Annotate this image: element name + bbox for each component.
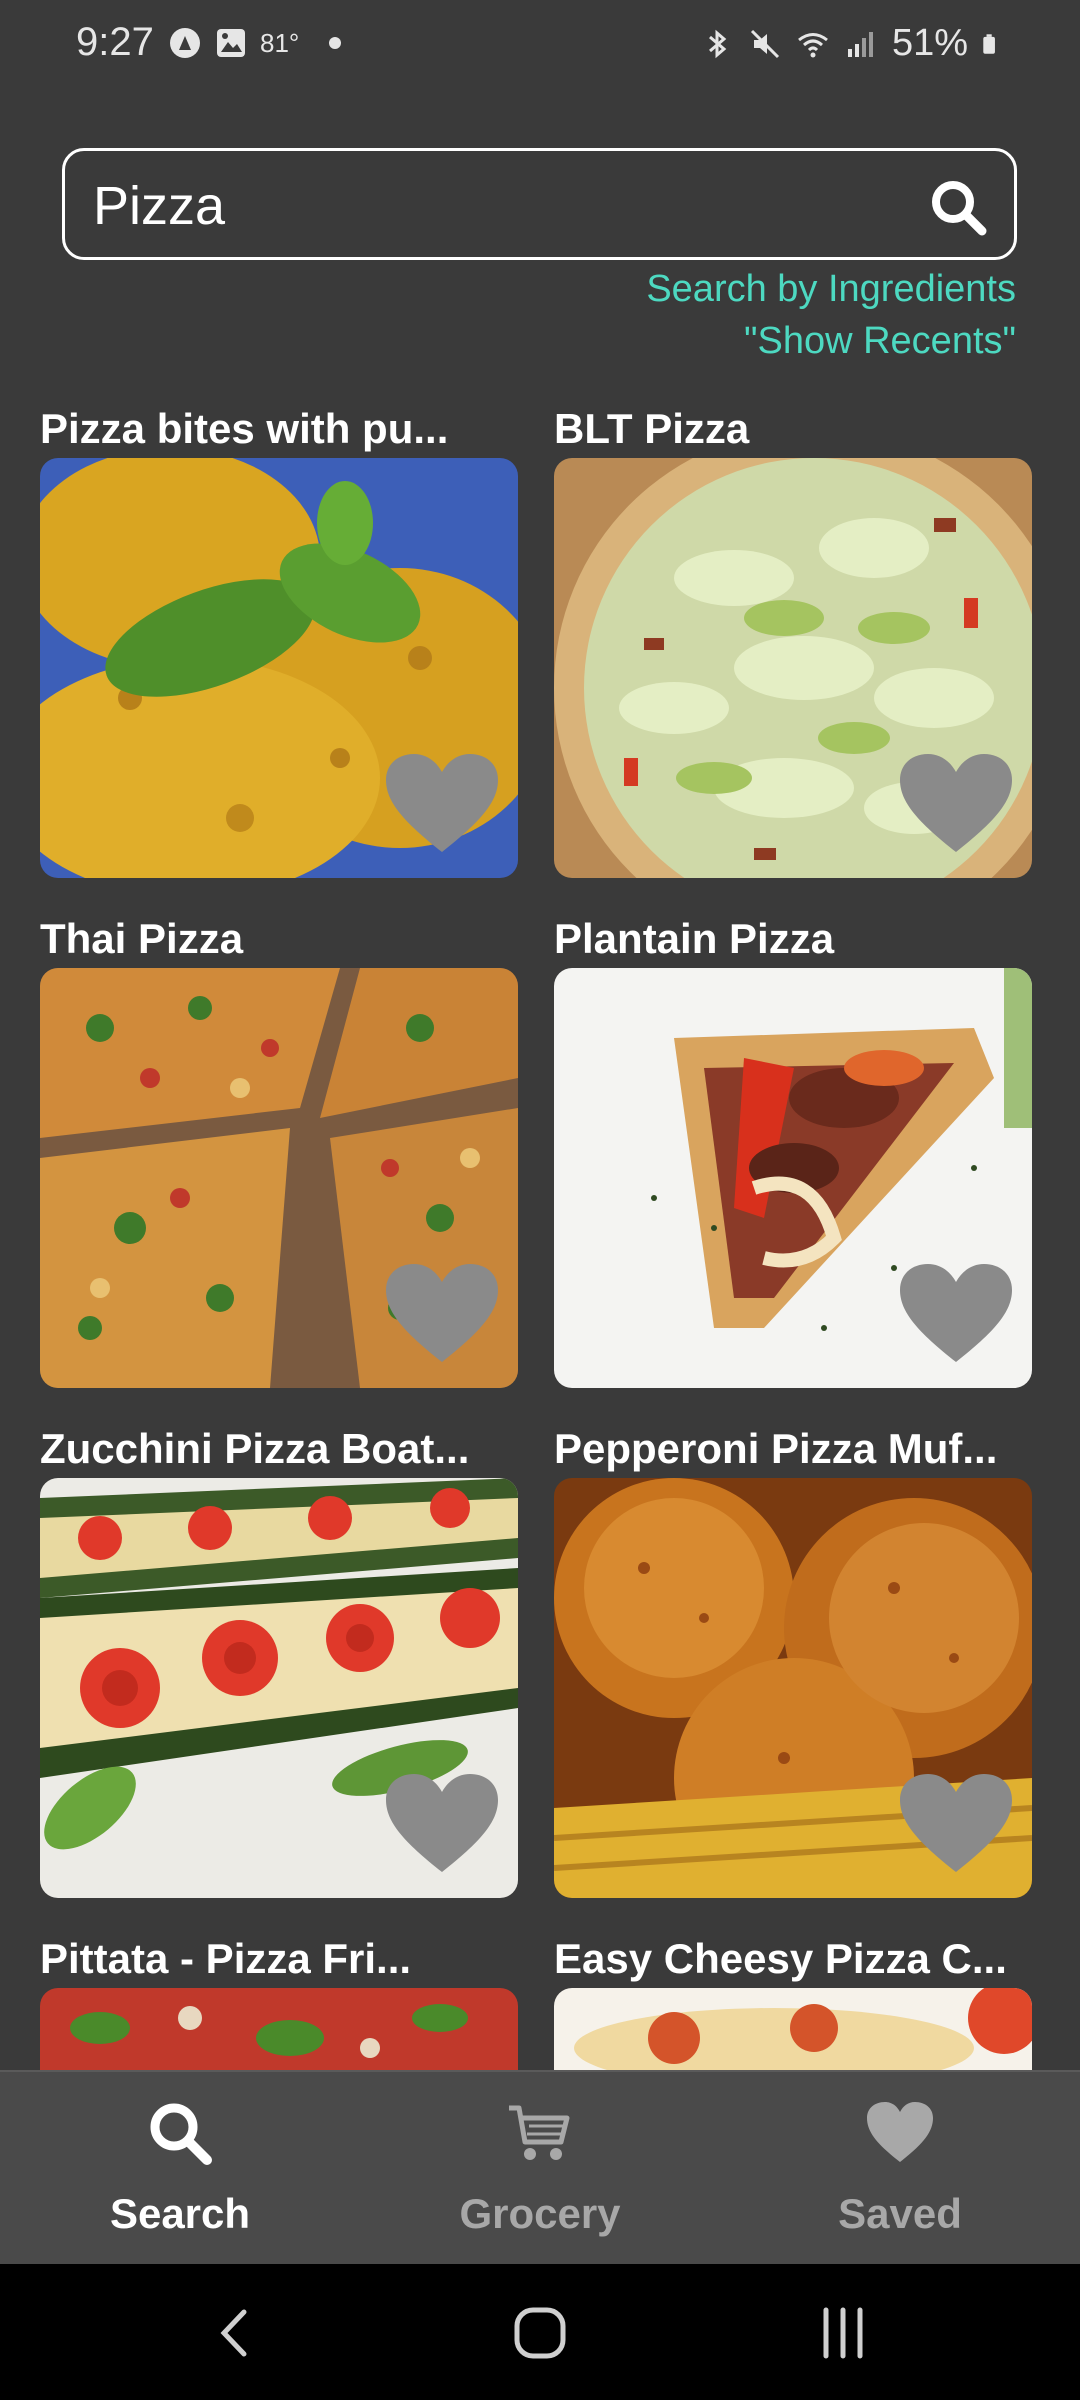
pittata-pizza-image [40, 1988, 518, 2070]
nav-grocery-label: Grocery [459, 2190, 621, 2237]
recipe-card[interactable]: BLT Pizza [554, 400, 1032, 878]
recipe-image[interactable] [554, 968, 1032, 1388]
recipe-image[interactable] [554, 1478, 1032, 1898]
status-left-icons: 81° [168, 26, 342, 60]
recipe-image[interactable] [40, 1988, 518, 2070]
heart-icon[interactable] [384, 1262, 500, 1366]
status-time: 9:27 [76, 20, 154, 64]
nav-grocery[interactable]: Grocery [360, 2072, 720, 2266]
battery-icon [983, 33, 995, 54]
recipe-card[interactable]: Zucchini Pizza Boat... [40, 1420, 518, 1898]
app-notification-icon [170, 28, 200, 58]
search-box [62, 148, 1017, 260]
recipe-title: Thai Pizza [40, 915, 244, 962]
recipe-image[interactable] [40, 1478, 518, 1898]
gallery-icon [217, 29, 245, 57]
status-right-icons: 51% [700, 22, 1004, 65]
search-icon [150, 2103, 212, 2165]
recipe-card[interactable]: Plantain Pizza [554, 910, 1032, 1388]
recipe-title: Pepperoni Pizza Muf... [554, 1425, 998, 1472]
home-icon[interactable] [505, 2298, 575, 2368]
recipe-image[interactable] [40, 458, 518, 878]
nav-saved[interactable]: Saved [720, 2072, 1080, 2266]
recipe-image[interactable] [554, 458, 1032, 878]
show-recents-link[interactable]: "Show Recents" [744, 320, 1016, 363]
recipe-title: Zucchini Pizza Boat... [40, 1425, 470, 1472]
screen: 9:27 81° 51% Pizza Search by Ingredients… [0, 0, 1080, 2400]
search-icon[interactable] [926, 175, 990, 239]
wifi-icon [798, 32, 828, 57]
system-nav-bar [0, 2264, 1080, 2400]
recent-apps-icon[interactable] [808, 2298, 878, 2368]
recipe-grid: Pizza bites with pu... BLT Pizza Thai Pi… [0, 400, 1080, 2070]
heart-icon[interactable] [898, 752, 1014, 856]
status-temperature: 81° [260, 27, 300, 58]
battery-percent: 51% [891, 22, 968, 64]
recipe-title: Plantain Pizza [554, 915, 835, 962]
nav-saved-label: Saved [838, 2190, 962, 2237]
status-bar: 9:27 81° 51% [0, 0, 1080, 92]
nav-search[interactable]: Search [0, 2072, 360, 2266]
recipe-card[interactable]: Thai Pizza [40, 910, 518, 1388]
search-input[interactable] [93, 169, 913, 243]
heart-icon[interactable] [898, 1772, 1014, 1876]
heart-icon[interactable] [384, 1772, 500, 1876]
recipe-title: Pizza bites with pu... [40, 405, 449, 452]
recipe-image[interactable] [554, 1988, 1032, 2070]
easy-cheesy-pizza-image [554, 1988, 1032, 2070]
cart-icon [509, 2105, 570, 2160]
nav-search-label: Search [109, 2190, 251, 2237]
recipe-image[interactable] [40, 968, 518, 1388]
recipe-title: BLT Pizza [554, 405, 750, 452]
recipe-card[interactable]: Pittata - Pizza Fri... [40, 1930, 518, 2070]
signal-icon [847, 31, 873, 57]
recipe-title: Pittata - Pizza Fri... [40, 1935, 412, 1982]
bottom-nav: Search Grocery Saved [0, 2070, 1080, 2264]
notification-dot-icon [329, 37, 342, 49]
recipe-card[interactable]: Pepperoni Pizza Muf... [554, 1420, 1032, 1898]
recipe-card[interactable]: Pizza bites with pu... [40, 400, 518, 878]
bluetooth-icon [708, 29, 727, 58]
heart-icon[interactable] [898, 1262, 1014, 1366]
heart-icon[interactable] [384, 752, 500, 856]
back-icon[interactable] [200, 2298, 270, 2368]
heart-icon [867, 2102, 933, 2162]
recipe-title: Easy Cheesy Pizza C... [554, 1935, 1007, 1982]
mute-icon [750, 29, 779, 58]
recipe-card[interactable]: Easy Cheesy Pizza C... [554, 1930, 1032, 2070]
search-by-ingredients-link[interactable]: Search by Ingredients [646, 268, 1016, 311]
